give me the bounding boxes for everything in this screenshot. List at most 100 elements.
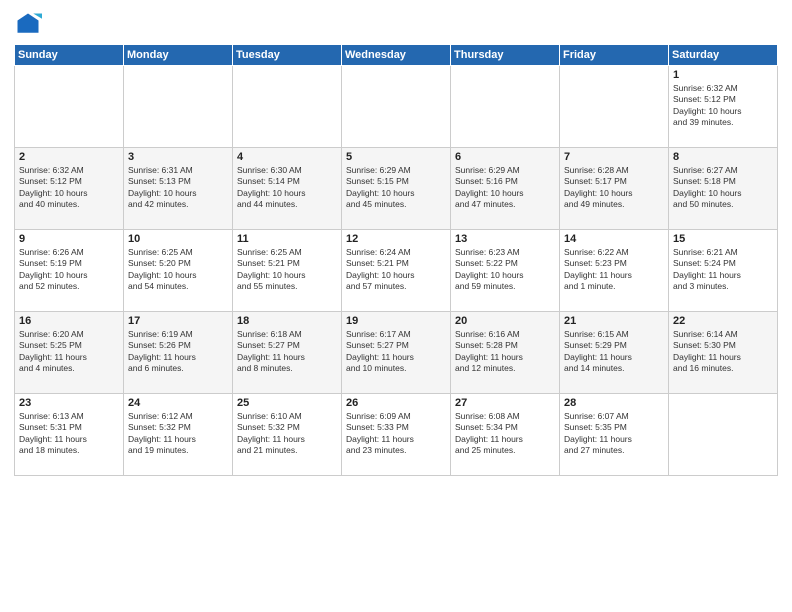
day-cell: 11Sunrise: 6:25 AM Sunset: 5:21 PM Dayli… <box>233 230 342 312</box>
day-number: 6 <box>455 151 555 163</box>
page: SundayMondayTuesdayWednesdayThursdayFrid… <box>0 0 792 612</box>
day-info: Sunrise: 6:27 AM Sunset: 5:18 PM Dayligh… <box>673 165 773 211</box>
day-cell: 10 Sunrise: 6:25 AM Sunset: 5:20 PM Dayli… <box>124 230 233 312</box>
day-cell: 20 Sunrise: 6:16 AM Sunset: 5:28 PM Dayli… <box>451 312 560 394</box>
week-row-1: 2 Sunrise: 6:32 AM Sunset: 5:12 PM Daylig… <box>15 148 778 230</box>
day-info: Sunrise: 6:29 AM Sunset: 5:15 PM Dayligh… <box>346 165 446 211</box>
week-row-0: 1 Sunrise: 6:32 AM Sunset: 5:12 PM Daylig… <box>15 66 778 148</box>
calendar-body: 1 Sunrise: 6:32 AM Sunset: 5:12 PM Daylig… <box>15 66 778 476</box>
day-info: Sunrise: 6:22 AM Sunset: 5:23 PM Dayligh… <box>564 247 664 293</box>
day-cell: 1 Sunrise: 6:32 AM Sunset: 5:12 PM Daylig… <box>669 66 778 148</box>
day-cell: 17 Sunrise: 6:19 AM Sunset: 5:26 PM Dayli… <box>124 312 233 394</box>
day-number: 15 <box>673 233 773 245</box>
day-cell <box>15 66 124 148</box>
day-info: Sunrise: 6:19 AM Sunset: 5:26 PM Dayligh… <box>128 329 228 375</box>
day-info: Sunrise: 6:30 AM Sunset: 5:14 PM Dayligh… <box>237 165 337 211</box>
header-saturday: Saturday <box>669 45 778 66</box>
day-cell: 24 Sunrise: 6:12 AM Sunset: 5:32 PM Dayli… <box>124 394 233 476</box>
day-info: Sunrise: 6:29 AM Sunset: 5:16 PM Dayligh… <box>455 165 555 211</box>
day-info: Sunrise: 6:20 AM Sunset: 5:25 PM Dayligh… <box>19 329 119 375</box>
day-number: 22 <box>673 315 773 327</box>
day-info: Sunrise: 6:09 AM Sunset: 5:33 PM Dayligh… <box>346 411 446 457</box>
day-cell: 27Sunrise: 6:08 AM Sunset: 5:34 PM Dayli… <box>451 394 560 476</box>
day-cell: 22 Sunrise: 6:14 AM Sunset: 5:30 PM Dayli… <box>669 312 778 394</box>
day-number: 25 <box>237 397 337 409</box>
day-info: Sunrise: 6:25 AM Sunset: 5:21 PM Dayligh… <box>237 247 337 293</box>
day-cell <box>560 66 669 148</box>
header-thursday: Thursday <box>451 45 560 66</box>
day-cell: 15 Sunrise: 6:21 AM Sunset: 5:24 PM Dayli… <box>669 230 778 312</box>
day-info: Sunrise: 6:07 AM Sunset: 5:35 PM Dayligh… <box>564 411 664 457</box>
day-cell: 8 Sunrise: 6:27 AM Sunset: 5:18 PM Daylig… <box>669 148 778 230</box>
week-row-2: 9Sunrise: 6:26 AM Sunset: 5:19 PM Daylig… <box>15 230 778 312</box>
day-number: 9 <box>19 233 119 245</box>
day-number: 20 <box>455 315 555 327</box>
day-number: 12 <box>346 233 446 245</box>
day-number: 24 <box>128 397 228 409</box>
day-number: 19 <box>346 315 446 327</box>
day-cell: 21 Sunrise: 6:15 AM Sunset: 5:29 PM Dayli… <box>560 312 669 394</box>
calendar-header: SundayMondayTuesdayWednesdayThursdayFrid… <box>15 45 778 66</box>
day-cell: 28 Sunrise: 6:07 AM Sunset: 5:35 PM Dayli… <box>560 394 669 476</box>
day-number: 4 <box>237 151 337 163</box>
day-number: 13 <box>455 233 555 245</box>
day-cell: 9Sunrise: 6:26 AM Sunset: 5:19 PM Daylig… <box>15 230 124 312</box>
day-number: 23 <box>19 397 119 409</box>
day-info: Sunrise: 6:13 AM Sunset: 5:31 PM Dayligh… <box>19 411 119 457</box>
day-number: 1 <box>673 69 773 81</box>
day-number: 28 <box>564 397 664 409</box>
day-info: Sunrise: 6:12 AM Sunset: 5:32 PM Dayligh… <box>128 411 228 457</box>
day-info: Sunrise: 6:24 AM Sunset: 5:21 PM Dayligh… <box>346 247 446 293</box>
day-cell: 7Sunrise: 6:28 AM Sunset: 5:17 PM Daylig… <box>560 148 669 230</box>
day-number: 26 <box>346 397 446 409</box>
day-cell: 26 Sunrise: 6:09 AM Sunset: 5:33 PM Dayli… <box>342 394 451 476</box>
day-number: 14 <box>564 233 664 245</box>
header-row: SundayMondayTuesdayWednesdayThursdayFrid… <box>15 45 778 66</box>
day-cell <box>124 66 233 148</box>
calendar-table: SundayMondayTuesdayWednesdayThursdayFrid… <box>14 44 778 476</box>
day-info: Sunrise: 6:18 AM Sunset: 5:27 PM Dayligh… <box>237 329 337 375</box>
header-tuesday: Tuesday <box>233 45 342 66</box>
day-cell: 18 Sunrise: 6:18 AM Sunset: 5:27 PM Dayli… <box>233 312 342 394</box>
day-number: 10 <box>128 233 228 245</box>
day-info: Sunrise: 6:32 AM Sunset: 5:12 PM Dayligh… <box>19 165 119 211</box>
day-cell <box>342 66 451 148</box>
day-number: 8 <box>673 151 773 163</box>
day-number: 2 <box>19 151 119 163</box>
day-cell: 23 Sunrise: 6:13 AM Sunset: 5:31 PM Dayli… <box>15 394 124 476</box>
day-info: Sunrise: 6:10 AM Sunset: 5:32 PM Dayligh… <box>237 411 337 457</box>
day-cell: 13 Sunrise: 6:23 AM Sunset: 5:22 PM Dayli… <box>451 230 560 312</box>
day-cell <box>669 394 778 476</box>
day-number: 17 <box>128 315 228 327</box>
day-cell <box>451 66 560 148</box>
day-info: Sunrise: 6:17 AM Sunset: 5:27 PM Dayligh… <box>346 329 446 375</box>
day-number: 18 <box>237 315 337 327</box>
day-number: 3 <box>128 151 228 163</box>
day-info: Sunrise: 6:32 AM Sunset: 5:12 PM Dayligh… <box>673 83 773 129</box>
week-row-3: 16 Sunrise: 6:20 AM Sunset: 5:25 PM Dayli… <box>15 312 778 394</box>
header-monday: Monday <box>124 45 233 66</box>
day-cell: 14 Sunrise: 6:22 AM Sunset: 5:23 PM Dayli… <box>560 230 669 312</box>
day-cell: 4 Sunrise: 6:30 AM Sunset: 5:14 PM Daylig… <box>233 148 342 230</box>
day-info: Sunrise: 6:28 AM Sunset: 5:17 PM Dayligh… <box>564 165 664 211</box>
day-info: Sunrise: 6:25 AM Sunset: 5:20 PM Dayligh… <box>128 247 228 293</box>
day-info: Sunrise: 6:31 AM Sunset: 5:13 PM Dayligh… <box>128 165 228 211</box>
day-info: Sunrise: 6:14 AM Sunset: 5:30 PM Dayligh… <box>673 329 773 375</box>
day-info: Sunrise: 6:16 AM Sunset: 5:28 PM Dayligh… <box>455 329 555 375</box>
day-cell <box>233 66 342 148</box>
day-cell: 16 Sunrise: 6:20 AM Sunset: 5:25 PM Dayli… <box>15 312 124 394</box>
day-cell: 25 Sunrise: 6:10 AM Sunset: 5:32 PM Dayli… <box>233 394 342 476</box>
day-number: 16 <box>19 315 119 327</box>
day-number: 21 <box>564 315 664 327</box>
day-cell: 6 Sunrise: 6:29 AM Sunset: 5:16 PM Daylig… <box>451 148 560 230</box>
day-info: Sunrise: 6:21 AM Sunset: 5:24 PM Dayligh… <box>673 247 773 293</box>
day-cell: 19 Sunrise: 6:17 AM Sunset: 5:27 PM Dayli… <box>342 312 451 394</box>
header-sunday: Sunday <box>15 45 124 66</box>
header <box>14 10 778 38</box>
day-info: Sunrise: 6:23 AM Sunset: 5:22 PM Dayligh… <box>455 247 555 293</box>
logo <box>14 10 46 38</box>
day-cell: 2 Sunrise: 6:32 AM Sunset: 5:12 PM Daylig… <box>15 148 124 230</box>
day-cell: 5Sunrise: 6:29 AM Sunset: 5:15 PM Daylig… <box>342 148 451 230</box>
day-info: Sunrise: 6:15 AM Sunset: 5:29 PM Dayligh… <box>564 329 664 375</box>
header-wednesday: Wednesday <box>342 45 451 66</box>
